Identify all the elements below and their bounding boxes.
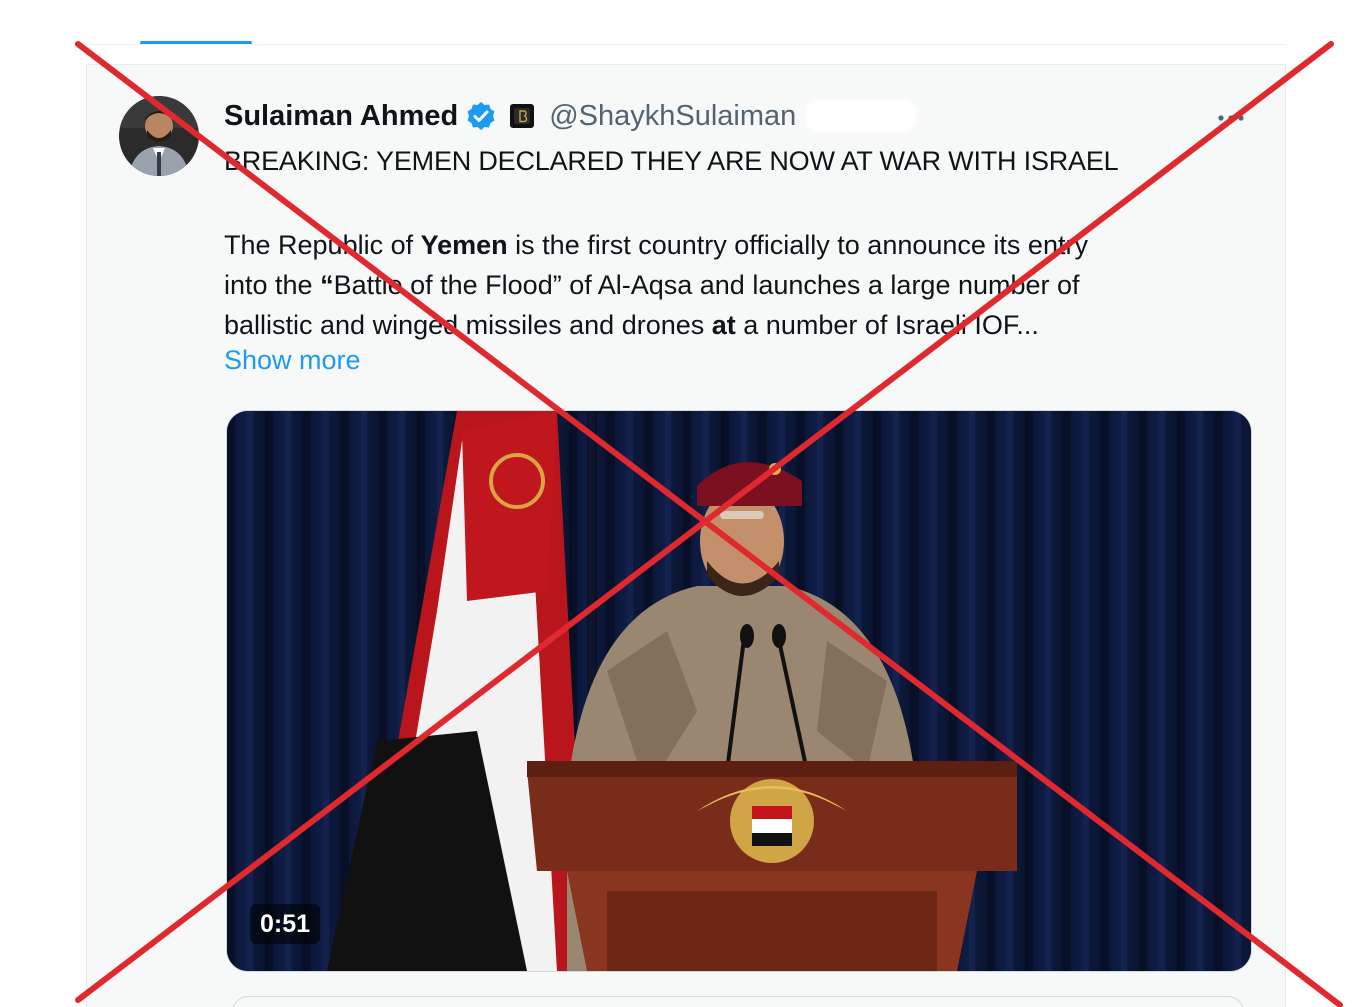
tweet-body: The Republic of Yemen is the first count… [224,225,1254,345]
bold-span: “ [320,270,334,300]
top-divider [86,44,1286,45]
text-span: ballistic and winged missiles and drones [224,310,712,340]
screenshot-stage: Sulaiman Ahmed @ShaykhSulaiman BREAKING:… [0,0,1359,1007]
text-span: Battle of the Flood” of Al-Aqsa and laun… [333,270,1080,300]
tweet-video[interactable] [226,410,1252,972]
tweet-body-line-2: into the “Battle of the Flood” of Al-Aqs… [224,265,1254,305]
avatar-photo [119,96,199,176]
video-thumbnail [227,411,1251,971]
redacted-timestamp [806,100,917,132]
bold-span: Yemen [420,230,508,260]
bold-span: at [711,310,736,340]
text-span: into the [224,270,321,300]
author-handle[interactable]: @ShaykhSulaiman [549,100,796,133]
tweet-body-line-3: ballistic and winged missiles and drones… [224,305,1254,345]
tweet-header: Sulaiman Ahmed @ShaykhSulaiman [224,96,917,136]
more-options-icon[interactable] [1214,106,1248,130]
verified-badge-icon[interactable] [465,100,497,132]
text-span: The Republic of [224,230,421,260]
tweet-headline: BREAKING: YEMEN DECLARED THEY ARE NOW AT… [224,146,1119,176]
author-name[interactable]: Sulaiman Ahmed [224,100,458,133]
affiliate-badge-icon[interactable] [509,103,535,129]
show-more-link[interactable]: Show more [224,345,361,376]
text-span: a number of Israeli IOF... [735,310,1039,340]
text-span: is the first country officially to annou… [507,230,1088,260]
video-duration-badge: 0:51 [250,904,321,944]
tweet-body-line-1: The Republic of Yemen is the first count… [224,225,1254,265]
avatar[interactable] [119,96,199,176]
action-bar-edge [232,996,1244,1007]
